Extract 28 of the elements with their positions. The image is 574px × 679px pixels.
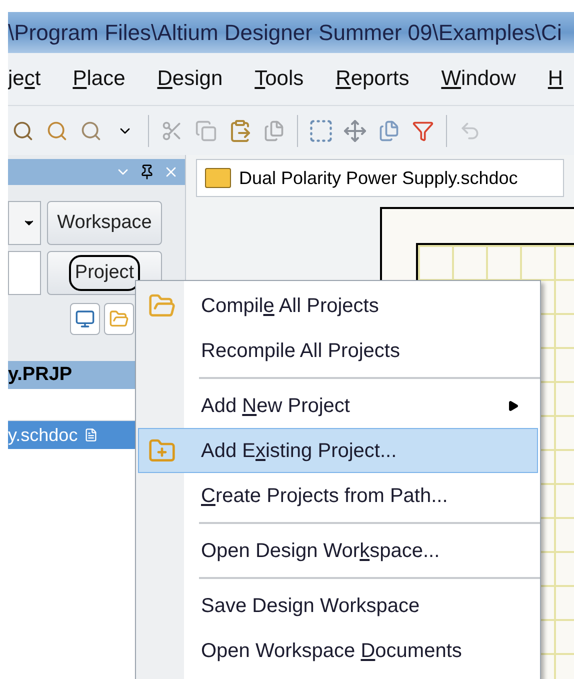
menu-item[interactable]: Add Existing Project... bbox=[138, 428, 538, 473]
schematic-document-icon bbox=[205, 168, 231, 188]
menu-item[interactable]: Recompile All Projects bbox=[138, 328, 538, 373]
menu-bar-item[interactable]: Place bbox=[72, 63, 126, 95]
input-field[interactable] bbox=[8, 251, 41, 295]
folder-icon bbox=[148, 292, 176, 320]
toolbar-icon[interactable] bbox=[104, 303, 134, 335]
menu-bar-item[interactable]: Reports bbox=[336, 63, 410, 95]
dropdown-field[interactable] bbox=[8, 201, 41, 245]
menu-item[interactable]: Add New Project bbox=[138, 383, 538, 428]
menu-item[interactable]: Save Design Workspace bbox=[138, 583, 538, 628]
project-header[interactable]: y.PRJP bbox=[8, 361, 135, 389]
menu-bar-item[interactable]: Window bbox=[441, 63, 516, 95]
menu-item[interactable]: Open Workspace Documents bbox=[138, 628, 538, 673]
workspace-button[interactable]: Workspace bbox=[47, 201, 162, 245]
document-icon bbox=[84, 428, 98, 442]
menu-bar-item[interactable]: Tools bbox=[254, 63, 304, 95]
submenu-arrow-icon bbox=[507, 400, 519, 412]
menu-bar-item[interactable]: H bbox=[548, 63, 564, 95]
menu-item[interactable]: Create Projects from Path... bbox=[138, 473, 538, 518]
project-button[interactable]: Project bbox=[47, 251, 162, 295]
document-tab[interactable]: Dual Polarity Power Supply.schdoc bbox=[196, 159, 564, 197]
toolbar-icon[interactable] bbox=[70, 303, 100, 335]
title-bar: \Program Files\Altium Designer Summer 09\Examples\Ci bbox=[8, 12, 574, 53]
folder-add-icon bbox=[148, 436, 176, 464]
pin-icon[interactable] bbox=[139, 164, 155, 180]
menu-item[interactable]: Open Design Workspace... bbox=[138, 528, 538, 573]
menu-bar-item[interactable]: Design bbox=[157, 63, 223, 95]
